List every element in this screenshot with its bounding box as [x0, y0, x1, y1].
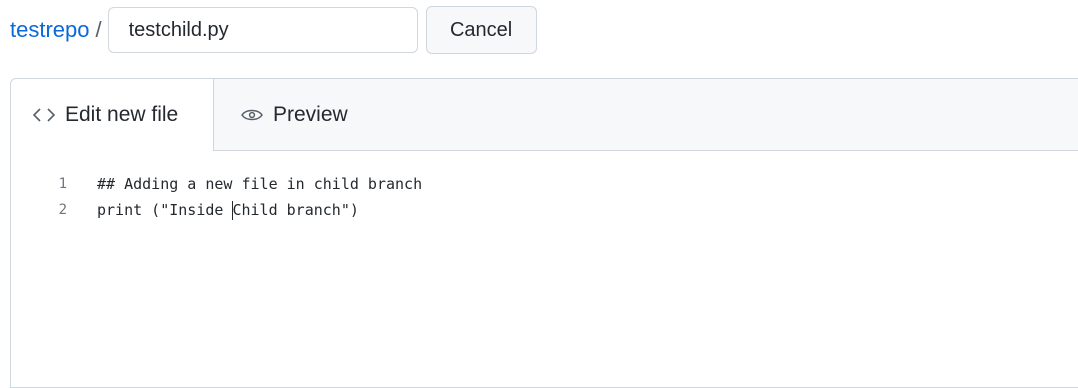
repo-link[interactable]: testrepo	[10, 17, 90, 43]
line-number: 1	[58, 176, 67, 192]
code-icon	[33, 107, 55, 123]
code-line: 1 ## Adding a new file in child branch	[11, 171, 1078, 197]
code-line: 2 print ("Inside Child branch")	[11, 197, 1078, 223]
tab-preview[interactable]: Preview	[241, 79, 348, 151]
file-editor: Edit new file Preview 1 ## Adding a new …	[10, 78, 1078, 388]
line-text: print ("Inside Child branch")	[97, 200, 359, 220]
line-text-before-caret: print ("Inside	[97, 200, 233, 219]
code-editor[interactable]: 1 ## Adding a new file in child branch 2…	[11, 171, 1078, 223]
line-number: 2	[58, 202, 67, 218]
line-text: ## Adding a new file in child branch	[97, 175, 423, 193]
tab-preview-label: Preview	[273, 103, 348, 126]
file-path-bar: testrepo / Cancel	[10, 6, 537, 54]
line-text-after-caret: Child branch")	[232, 200, 359, 219]
editor-tabbar: Edit new file Preview	[11, 79, 1078, 151]
eye-icon	[241, 107, 263, 123]
path-separator: /	[95, 17, 102, 42]
cancel-button[interactable]: Cancel	[425, 6, 537, 54]
tab-edit-new-file[interactable]: Edit new file	[11, 79, 214, 151]
filename-input[interactable]	[107, 7, 418, 53]
tab-edit-label: Edit new file	[65, 103, 179, 126]
